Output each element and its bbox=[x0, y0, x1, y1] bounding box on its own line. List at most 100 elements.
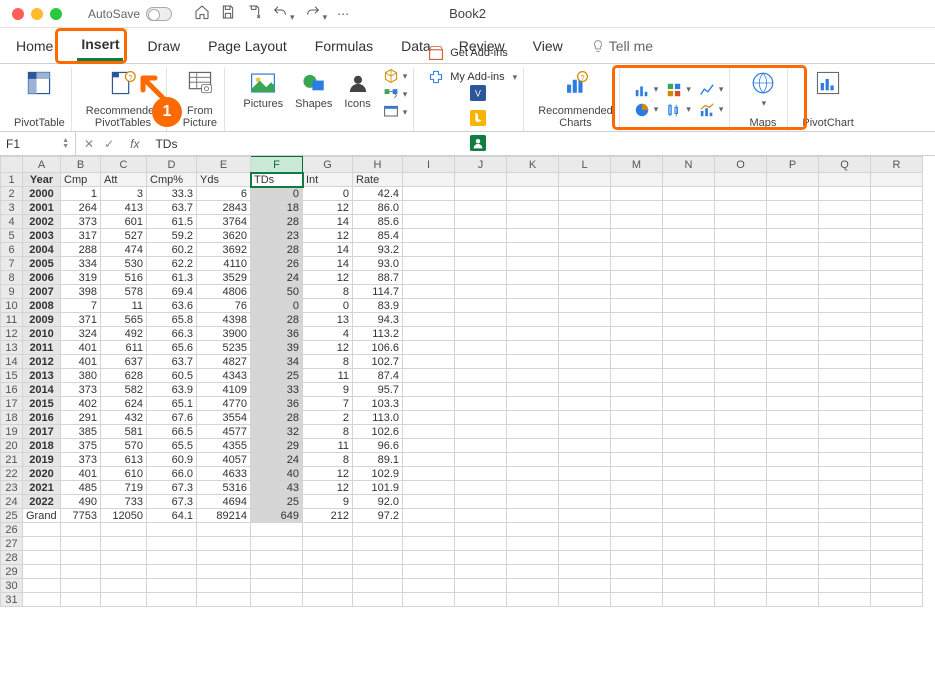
close-window-icon[interactable] bbox=[12, 8, 24, 20]
cell[interactable] bbox=[767, 551, 819, 565]
cell[interactable] bbox=[871, 215, 923, 229]
autosave-toggle[interactable]: AutoSave bbox=[88, 7, 172, 21]
cell[interactable] bbox=[715, 565, 767, 579]
cell[interactable] bbox=[871, 271, 923, 285]
cell[interactable] bbox=[403, 523, 455, 537]
cell[interactable] bbox=[147, 523, 197, 537]
cell[interactable] bbox=[403, 173, 455, 187]
cell[interactable] bbox=[353, 565, 403, 579]
cell[interactable]: 380 bbox=[61, 369, 101, 383]
cell[interactable] bbox=[455, 243, 507, 257]
cell[interactable] bbox=[251, 551, 303, 565]
cell[interactable] bbox=[403, 341, 455, 355]
cell[interactable]: 102.6 bbox=[353, 425, 403, 439]
cell[interactable] bbox=[507, 551, 559, 565]
cell[interactable] bbox=[611, 327, 663, 341]
cell[interactable] bbox=[455, 411, 507, 425]
row-header[interactable]: 7 bbox=[1, 257, 23, 271]
row-header[interactable]: 28 bbox=[1, 551, 23, 565]
cell[interactable]: 530 bbox=[101, 257, 147, 271]
cell[interactable]: 93.2 bbox=[353, 243, 403, 257]
cell[interactable]: 25 bbox=[251, 495, 303, 509]
cell[interactable]: 8 bbox=[303, 285, 353, 299]
cell[interactable] bbox=[819, 327, 871, 341]
row-header[interactable]: 9 bbox=[1, 285, 23, 299]
cell[interactable] bbox=[559, 509, 611, 523]
cell[interactable] bbox=[819, 411, 871, 425]
cell[interactable]: 492 bbox=[101, 327, 147, 341]
cell[interactable] bbox=[767, 215, 819, 229]
cell[interactable] bbox=[23, 565, 61, 579]
cell[interactable] bbox=[715, 481, 767, 495]
cell[interactable] bbox=[663, 229, 715, 243]
cell[interactable]: 63.7 bbox=[147, 201, 197, 215]
cell[interactable]: 2004 bbox=[23, 243, 61, 257]
cell[interactable] bbox=[559, 481, 611, 495]
pictures-button[interactable]: Pictures bbox=[239, 68, 287, 114]
cell[interactable] bbox=[61, 565, 101, 579]
cell[interactable] bbox=[507, 439, 559, 453]
cell[interactable] bbox=[23, 551, 61, 565]
cell[interactable]: 113.0 bbox=[353, 411, 403, 425]
cell[interactable]: 2000 bbox=[23, 187, 61, 201]
cell[interactable] bbox=[559, 383, 611, 397]
cell[interactable] bbox=[715, 369, 767, 383]
cell[interactable] bbox=[871, 299, 923, 313]
cell[interactable] bbox=[715, 397, 767, 411]
cell[interactable]: 3554 bbox=[197, 411, 251, 425]
cell[interactable] bbox=[147, 565, 197, 579]
cell[interactable] bbox=[767, 187, 819, 201]
cell[interactable]: 3764 bbox=[197, 215, 251, 229]
cell[interactable] bbox=[403, 257, 455, 271]
cell[interactable] bbox=[303, 537, 353, 551]
row-header[interactable]: 12 bbox=[1, 327, 23, 341]
cell[interactable]: 60.5 bbox=[147, 369, 197, 383]
icons-button[interactable]: Icons bbox=[340, 68, 374, 114]
cell[interactable] bbox=[715, 341, 767, 355]
cell[interactable]: 11 bbox=[303, 369, 353, 383]
cell[interactable] bbox=[455, 299, 507, 313]
cell[interactable] bbox=[507, 481, 559, 495]
cell[interactable] bbox=[507, 425, 559, 439]
cell[interactable]: 4355 bbox=[197, 439, 251, 453]
cell[interactable]: 733 bbox=[101, 495, 147, 509]
cell[interactable]: 64.1 bbox=[147, 509, 197, 523]
cell[interactable] bbox=[455, 271, 507, 285]
cell[interactable] bbox=[559, 201, 611, 215]
cell[interactable]: 1 bbox=[61, 187, 101, 201]
cell[interactable]: 114.7 bbox=[353, 285, 403, 299]
cell[interactable]: 12050 bbox=[101, 509, 147, 523]
cell[interactable]: 432 bbox=[101, 411, 147, 425]
cell[interactable]: 291 bbox=[61, 411, 101, 425]
cell[interactable] bbox=[507, 537, 559, 551]
cell[interactable]: 581 bbox=[101, 425, 147, 439]
col-header-O[interactable]: O bbox=[715, 157, 767, 173]
cell[interactable]: 490 bbox=[61, 495, 101, 509]
statistic-chart-button[interactable]: ▾ bbox=[666, 102, 691, 118]
cell[interactable]: 402 bbox=[61, 397, 101, 411]
cancel-formula-icon[interactable]: ✕ bbox=[84, 137, 94, 151]
cell[interactable] bbox=[819, 173, 871, 187]
cell[interactable] bbox=[611, 551, 663, 565]
cell[interactable] bbox=[715, 439, 767, 453]
cell[interactable] bbox=[507, 355, 559, 369]
cell[interactable] bbox=[611, 565, 663, 579]
cell[interactable]: 23 bbox=[251, 229, 303, 243]
cell[interactable] bbox=[455, 509, 507, 523]
cell[interactable] bbox=[611, 285, 663, 299]
cell[interactable]: 2010 bbox=[23, 327, 61, 341]
cell[interactable] bbox=[663, 509, 715, 523]
cell[interactable] bbox=[455, 551, 507, 565]
cell[interactable] bbox=[819, 593, 871, 607]
cell[interactable] bbox=[559, 425, 611, 439]
cell[interactable] bbox=[819, 537, 871, 551]
home-icon[interactable] bbox=[194, 4, 210, 23]
cell[interactable] bbox=[251, 593, 303, 607]
autosave-switch-icon[interactable] bbox=[146, 7, 172, 21]
cell[interactable]: 28 bbox=[251, 215, 303, 229]
smartart-button[interactable]: ▾ bbox=[383, 86, 408, 102]
row-header[interactable]: 13 bbox=[1, 341, 23, 355]
cell[interactable] bbox=[715, 215, 767, 229]
cell[interactable] bbox=[559, 355, 611, 369]
cell[interactable] bbox=[819, 313, 871, 327]
